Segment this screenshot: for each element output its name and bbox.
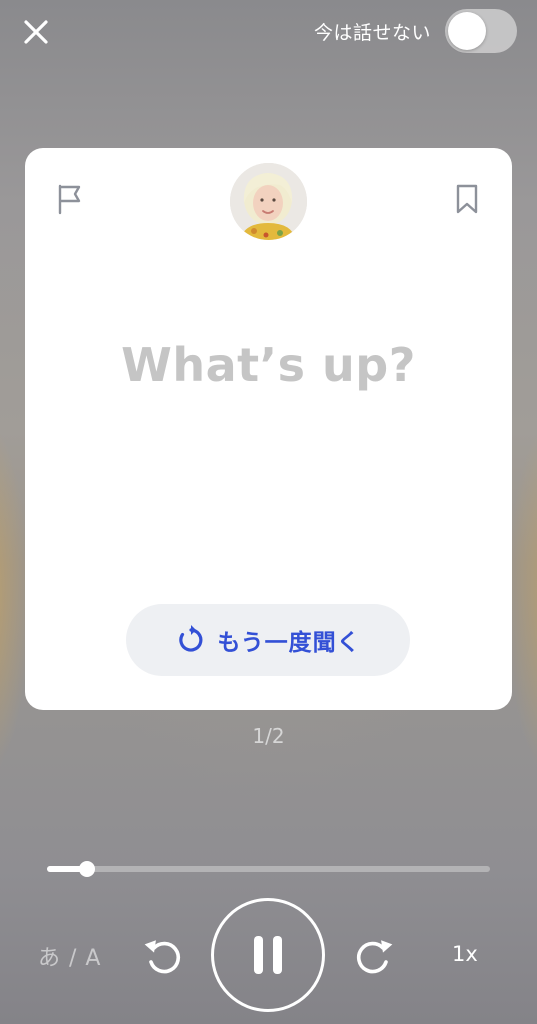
- cant-talk-label: 今は話せない: [313, 21, 431, 44]
- cant-talk-toggle[interactable]: [445, 9, 517, 53]
- report-button[interactable]: [53, 182, 87, 216]
- toggle-knob: [448, 12, 486, 50]
- phrase-card: What’s up? もう一度聞く: [25, 148, 512, 710]
- rewind-button[interactable]: [141, 934, 187, 980]
- listen-again-label: もう一度聞く: [217, 630, 361, 656]
- close-icon: [24, 20, 48, 44]
- pause-button[interactable]: [211, 898, 325, 1012]
- forward-icon: [356, 940, 393, 974]
- close-button[interactable]: [16, 12, 56, 52]
- listen-again-button[interactable]: もう一度聞く: [126, 604, 410, 676]
- bookmark-icon: [456, 184, 478, 214]
- flag-icon: [58, 184, 81, 215]
- bookmark-button[interactable]: [450, 182, 484, 216]
- forward-button[interactable]: [350, 934, 396, 980]
- replay-icon: [179, 625, 203, 652]
- avatar: [230, 163, 307, 240]
- lesson-screen: 今は話せない What’s up? もう一度聞く 1/2 あ / A 1x: [0, 0, 537, 1024]
- playback-speed-button[interactable]: 1x: [452, 942, 478, 966]
- language-toggle-button[interactable]: あ / A: [38, 940, 101, 972]
- phrase-text: What’s up?: [121, 338, 416, 392]
- progress-knob[interactable]: [78, 861, 95, 877]
- pause-icon: [254, 936, 282, 974]
- progress-bar[interactable]: [47, 861, 490, 877]
- cant-talk-control: 今は話せない: [314, 8, 517, 54]
- rewind-icon: [144, 940, 181, 974]
- page-indicator: 1/2: [252, 724, 285, 748]
